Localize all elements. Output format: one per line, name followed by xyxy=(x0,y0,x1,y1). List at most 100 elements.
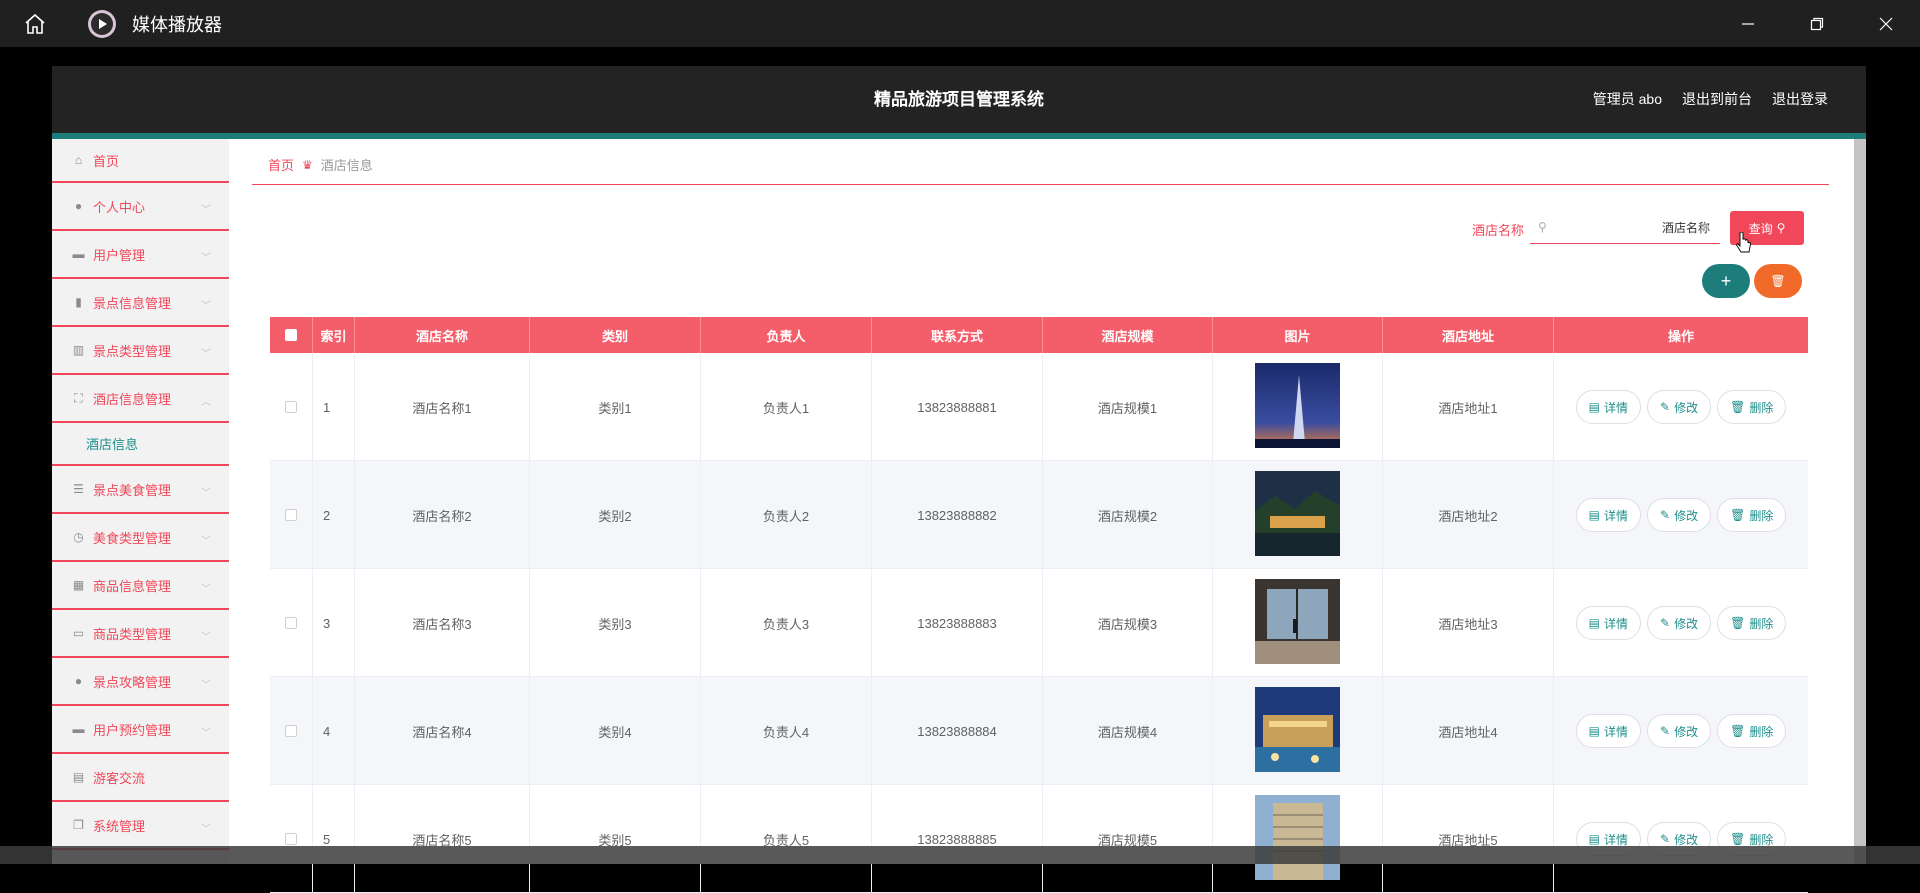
sidebar-item-product-info[interactable]: ▦ 商品信息管理 ﹀ xyxy=(52,562,229,610)
row-checkbox[interactable] xyxy=(285,617,297,629)
sidebar-item-hotel-info[interactable]: ⛶ 酒店信息管理 ︿ xyxy=(52,375,229,423)
search-box: ⚲ ⊗ xyxy=(1530,212,1720,244)
sidebar-item-label: 景点攻略管理 xyxy=(93,674,172,690)
back-to-frontend-link[interactable]: 退出到前台 xyxy=(1682,66,1752,133)
cell-index: 1 xyxy=(313,353,355,461)
delete-button[interactable]: 🗑 删除 xyxy=(1717,606,1787,640)
cell-category: 类别2 xyxy=(530,461,701,569)
hotel-image[interactable] xyxy=(1255,579,1340,667)
cell-contact: 13823888883 xyxy=(872,569,1043,677)
chevron-down-icon: ﹀ xyxy=(201,536,211,547)
detail-button[interactable]: ▤ 详情 xyxy=(1575,714,1642,748)
sidebar-item-user-booking[interactable]: ▬ 用户预约管理 ﹀ xyxy=(52,706,229,754)
scrollbar[interactable] xyxy=(1854,139,1866,864)
minimize-button[interactable] xyxy=(1713,0,1782,47)
sidebar-item-label: 首页 xyxy=(93,153,120,169)
row-select-cell[interactable] xyxy=(270,785,313,893)
delete-button[interactable]: 🗑 删除 xyxy=(1717,498,1787,532)
cell-address: 酒店地址5 xyxy=(1383,785,1554,893)
row-select-cell[interactable] xyxy=(270,461,313,569)
cell-manager: 负责人4 xyxy=(701,677,872,785)
detail-button[interactable]: ▤ 详情 xyxy=(1575,498,1642,532)
breadcrumb-home[interactable]: 首页 xyxy=(268,155,294,174)
close-button[interactable] xyxy=(1851,0,1920,47)
edit-button[interactable]: ✎ 修改 xyxy=(1647,498,1712,532)
home-icon xyxy=(25,13,45,34)
briefcase-icon: ▬ xyxy=(72,247,85,261)
detail-button[interactable]: ▤ 详情 xyxy=(1575,390,1642,424)
edit-button[interactable]: ✎ 修改 xyxy=(1647,714,1712,748)
detail-button-label: 详情 xyxy=(1604,832,1629,847)
sidebar-item-spot-guide[interactable]: ● 景点攻略管理 ﹀ xyxy=(52,658,229,706)
cell-address: 酒店地址2 xyxy=(1383,461,1554,569)
row-checkbox[interactable] xyxy=(285,833,297,845)
hotel-image[interactable] xyxy=(1255,687,1340,775)
row-select-cell[interactable] xyxy=(270,677,313,785)
select-all-cell[interactable] xyxy=(270,317,313,353)
edit-button-label: 修改 xyxy=(1674,400,1699,415)
cell-category: 类别5 xyxy=(530,785,701,893)
sidebar-item-system[interactable]: ❐ 系统管理 ﹀ xyxy=(52,802,229,850)
sidebar-item-visitor-chat[interactable]: ▤ 游客交流 xyxy=(52,754,229,802)
hotel-image[interactable] xyxy=(1255,363,1340,451)
row-checkbox[interactable] xyxy=(285,401,297,413)
sidebar-item-home[interactable]: ⌂ 首页 xyxy=(52,139,229,183)
sidebar-item-user-management[interactable]: ▬ 用户管理 ﹀ xyxy=(52,231,229,279)
detail-button[interactable]: ▤ 详情 xyxy=(1575,606,1642,640)
clipboard-icon: ▮ xyxy=(75,295,82,309)
sidebar-subitem-hotel-info[interactable]: 酒店信息 xyxy=(52,423,229,466)
cell-address: 酒店地址3 xyxy=(1383,569,1554,677)
app-header: 精品旅游项目管理系统 管理员 abo 退出到前台 退出登录 xyxy=(52,66,1866,133)
delete-button[interactable]: 🗑 删除 xyxy=(1717,714,1787,748)
chevron-down-icon: ﹀ xyxy=(201,349,211,360)
cell-actions: ▤ 详情 ✎ 修改 🗑 删除 xyxy=(1554,677,1808,785)
delete-button-label: 删除 xyxy=(1749,832,1774,847)
sidebar-item-label: 游客交流 xyxy=(93,770,146,786)
clear-icon[interactable]: ⊗ xyxy=(1700,220,1710,234)
maximize-button[interactable] xyxy=(1782,0,1851,47)
delete-button[interactable]: 🗑 删除 xyxy=(1717,390,1787,424)
row-checkbox[interactable] xyxy=(285,509,297,521)
sidebar-item-label: 用户管理 xyxy=(93,247,146,263)
edit-button-label: 修改 xyxy=(1674,724,1699,739)
sidebar-item-spot-type[interactable]: ▥ 景点类型管理 ﹀ xyxy=(52,327,229,375)
batch-delete-button[interactable]: 🗑 xyxy=(1754,264,1802,298)
cell-manager: 负责人5 xyxy=(701,785,872,893)
chevron-down-icon: ﹀ xyxy=(201,824,211,835)
col-actions: 操作 xyxy=(1667,328,1694,344)
sidebar-item-product-type[interactable]: ▭ 商品类型管理 ﹀ xyxy=(52,610,229,658)
chevron-down-icon: ﹀ xyxy=(201,632,211,643)
cell-contact: 13823888885 xyxy=(872,785,1043,893)
location-icon: ● xyxy=(74,674,83,688)
sidebar-item-personal-center[interactable]: ● 个人中心 ﹀ xyxy=(52,183,229,231)
chevron-down-icon: ﹀ xyxy=(201,301,211,312)
logout-link[interactable]: 退出登录 xyxy=(1772,66,1828,133)
select-all-checkbox[interactable] xyxy=(285,329,297,341)
hotel-image[interactable] xyxy=(1255,795,1340,883)
search-input[interactable] xyxy=(1560,220,1710,235)
row-select-cell[interactable] xyxy=(270,569,313,677)
cell-image xyxy=(1213,461,1383,569)
add-button[interactable]: + xyxy=(1702,264,1750,298)
edit-button[interactable]: ✎ 修改 xyxy=(1647,606,1712,640)
home-button[interactable] xyxy=(0,0,70,47)
col-address: 酒店地址 xyxy=(1383,317,1554,353)
user-icon: ● xyxy=(74,199,83,213)
cell-index: 4 xyxy=(313,677,355,785)
row-select-cell[interactable] xyxy=(270,353,313,461)
document-icon: ▤ xyxy=(1588,508,1600,522)
pointer-cursor-icon xyxy=(1736,232,1751,253)
hotel-image[interactable] xyxy=(1255,471,1340,559)
row-checkbox[interactable] xyxy=(285,725,297,737)
sidebar-item-food-type[interactable]: ◷ 美食类型管理 ﹀ xyxy=(52,514,229,562)
edit-button[interactable]: ✎ 修改 xyxy=(1647,390,1712,424)
sidebar-item-spot-info[interactable]: ▮ 景点信息管理 ﹀ xyxy=(52,279,229,327)
search-label: 酒店名称 xyxy=(1472,223,1525,238)
cell-hotel-name: 酒店名称5 xyxy=(355,785,530,893)
cell-scale: 酒店规模2 xyxy=(1043,461,1213,569)
admin-user-label[interactable]: 管理员 abo xyxy=(1593,66,1662,133)
sidebar-item-spot-food[interactable]: ☰ 景点美食管理 ﹀ xyxy=(52,466,229,514)
cell-address: 酒店地址4 xyxy=(1383,677,1554,785)
cell-actions: ▤ 详情 ✎ 修改 🗑 删除 xyxy=(1554,569,1808,677)
plus-icon: + xyxy=(1720,270,1732,291)
